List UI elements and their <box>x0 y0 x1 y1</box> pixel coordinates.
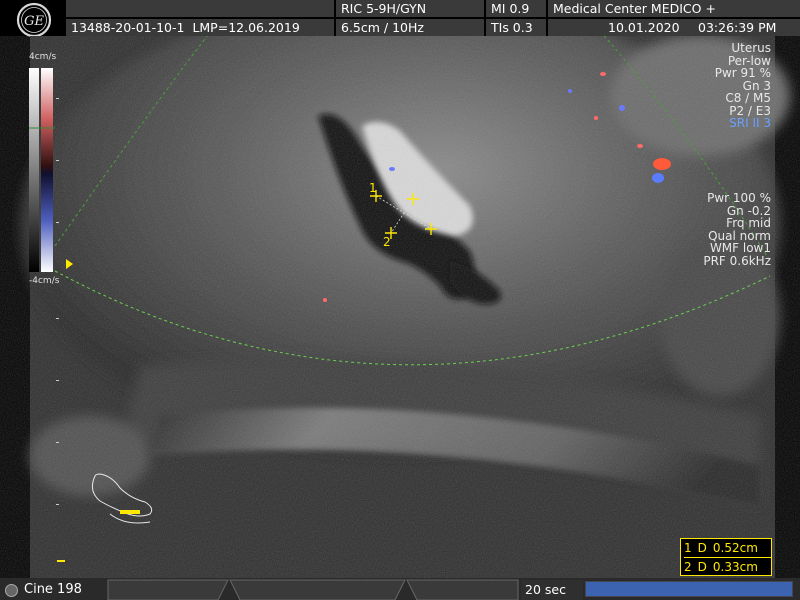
date-label: 10.01.2020 <box>608 20 680 35</box>
cine-progress-fill <box>586 582 792 596</box>
tis-label: TIs 0.3 <box>486 19 546 36</box>
focus-marker-icon <box>66 259 73 269</box>
patient-id: 13488-20-01-10-1 <box>71 20 185 35</box>
measurement-label: D <box>697 541 707 555</box>
param-c-m: C8 / M5 <box>725 91 771 105</box>
colorbar-bottom-label: -4cm/s <box>29 276 60 286</box>
doppler-params: Pwr 100 % Gn -0.2 Frq mid Qual norm WMF … <box>703 192 771 267</box>
caliper-label-2: 2 <box>383 235 391 249</box>
param-sri: SRI II 3 <box>729 116 771 130</box>
param-doppler-power: Pwr 100 % <box>707 191 771 205</box>
patient-info: 13488-20-01-10-1 LMP=12.06.2019 <box>66 19 334 36</box>
measurement-row: 1 D 0.52cm <box>684 539 771 558</box>
cine-seconds: 20 sec <box>521 580 583 600</box>
center-name: Medical Center MEDICO + <box>548 0 800 17</box>
mi-label: MI 0.9 <box>486 0 546 17</box>
measurement-label: D <box>697 560 707 574</box>
param-prf: PRF 0.6kHz <box>703 253 771 268</box>
probe-label: RIC 5-9H/GYN <box>336 0 484 17</box>
doppler-colorbar <box>29 68 55 272</box>
measurement-results: 1 D 0.52cm 2 D 0.33cm <box>680 538 772 576</box>
caliper-label-1: 1 <box>369 181 377 195</box>
depth-marker <box>57 560 65 562</box>
param-preset: Uterus <box>731 41 771 55</box>
measurement-value: 0.52cm <box>712 541 758 555</box>
colorbar-top-label: 4cm/s <box>29 52 57 62</box>
datetime-cell: 10.01.2020 03:26:39 PM <box>548 19 800 36</box>
depth-frequency: 6.5cm / 10Hz <box>336 19 484 36</box>
cine-progress-bar[interactable] <box>585 581 793 597</box>
time-label: 03:26:39 PM <box>698 20 777 35</box>
ge-logo-icon: GE <box>16 2 52 38</box>
param-power: Pwr 91 % <box>714 66 771 80</box>
lmp-label: LMP=12.06.2019 <box>192 20 300 35</box>
measurement-index: 1 <box>684 541 692 555</box>
patient-id-cell <box>66 0 334 17</box>
measurement-index: 2 <box>684 560 692 574</box>
svg-text:GE: GE <box>24 14 44 29</box>
imaging-params: Uterus Per-low Pwr 91 % Gn 3 C8 / M5 P2 … <box>715 42 771 130</box>
param-wmf: WMF low1 <box>709 241 771 255</box>
measurement-value: 0.33cm <box>712 560 758 574</box>
param-frequency: Frq mid <box>726 216 771 230</box>
header-bar: RIC 5-9H/GYN MI 0.9 Medical Center MEDIC… <box>66 0 800 36</box>
measurement-row: 2 D 0.33cm <box>684 558 771 576</box>
ultrasound-image[interactable]: 1 2 <box>0 36 800 578</box>
cine-counter[interactable]: Cine 198 <box>0 580 106 600</box>
